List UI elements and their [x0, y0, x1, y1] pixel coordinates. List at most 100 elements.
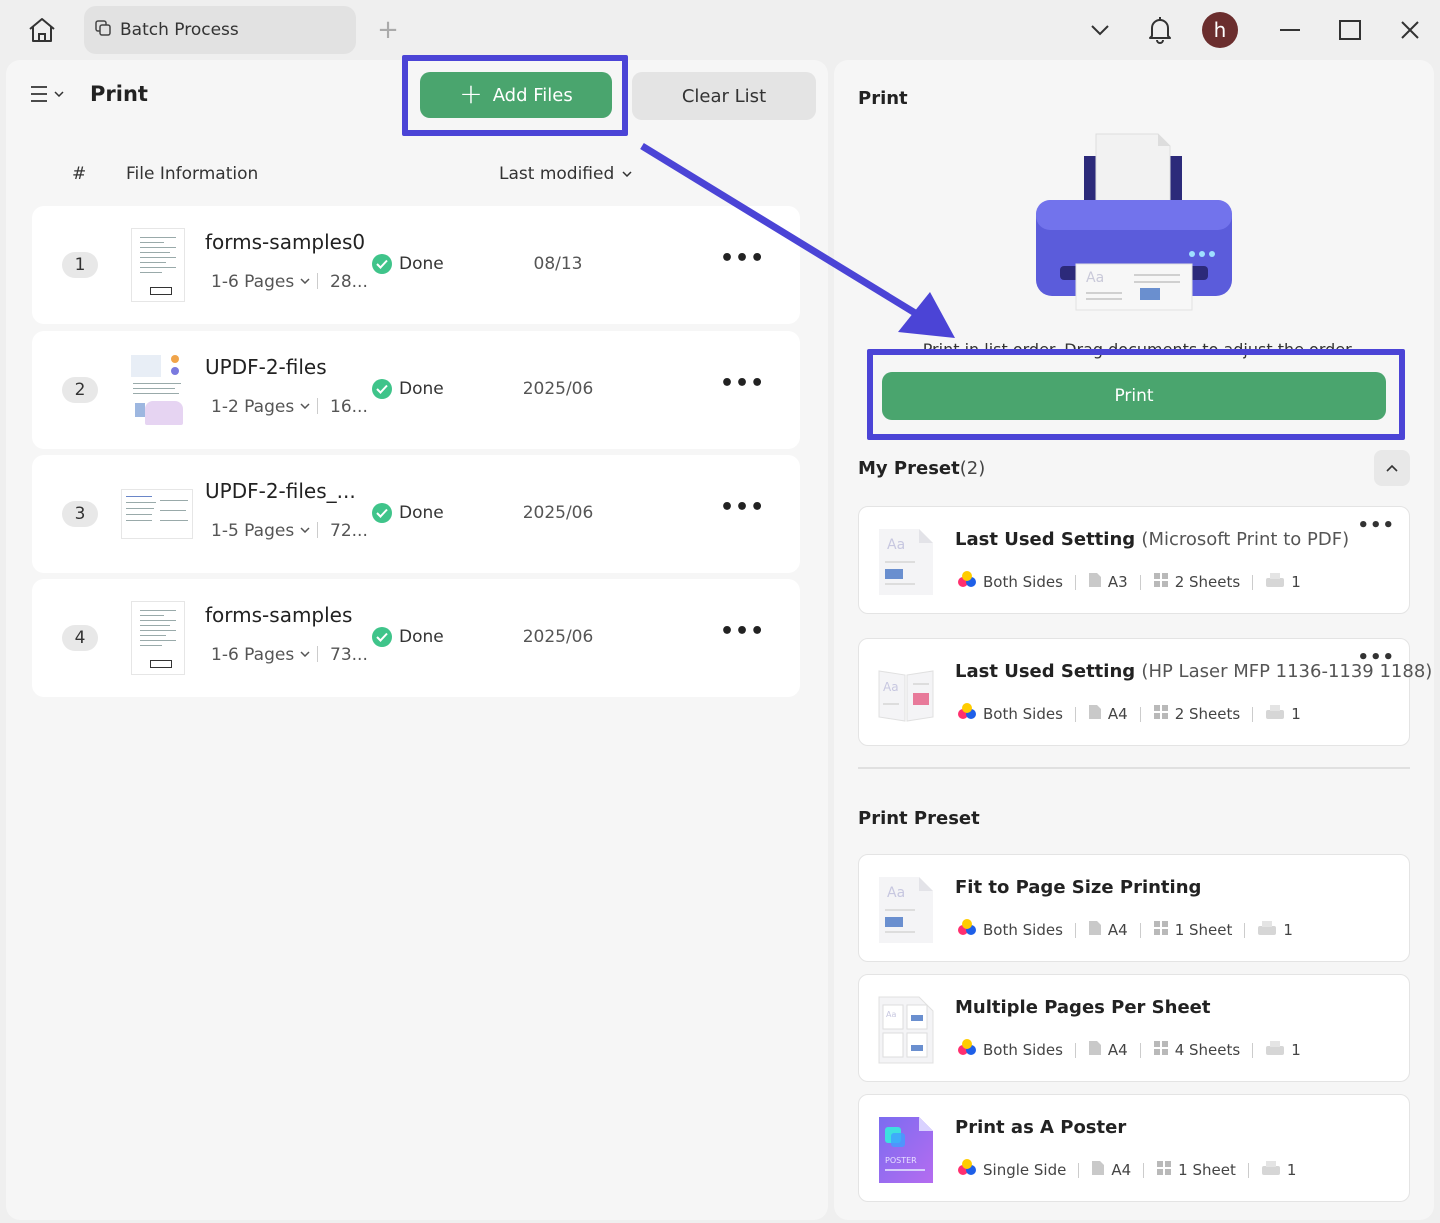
preset-sheets: 2 Sheets	[1174, 573, 1241, 591]
preset-meta: Both Sides A4 4 Sheets 1	[957, 1039, 1301, 1061]
chevron-down-icon	[300, 527, 310, 534]
add-files-button[interactable]: + Add Files	[420, 72, 612, 118]
avatar[interactable]: h	[1200, 10, 1240, 50]
preset-card[interactable]: Aa Multiple Pages Per Sheet Both Sides A…	[858, 974, 1410, 1082]
more-options-icon[interactable]: •••	[720, 371, 765, 396]
color-dots-icon	[957, 1159, 977, 1181]
sort-last-modified[interactable]: Last modified	[499, 164, 632, 184]
column-num: #	[72, 164, 87, 184]
my-preset-label: My Preset	[858, 458, 960, 479]
preset-paper: A4	[1107, 705, 1128, 723]
file-list-panel: Print + Add Files Clear List # File Info…	[6, 60, 828, 1220]
more-options-icon[interactable]: •••	[720, 246, 765, 271]
preset-copies: 1	[1283, 921, 1293, 939]
more-options-icon[interactable]: •••	[720, 619, 765, 644]
file-row[interactable]: 4 forms-samples 1-6 Pages 73... Done 202…	[32, 579, 800, 697]
row-number: 2	[62, 377, 98, 403]
file-thumbnail	[131, 228, 185, 302]
svg-text:Aa: Aa	[886, 1010, 896, 1019]
row-number: 1	[62, 252, 98, 278]
preset-name: Fit to Page Size Printing	[955, 877, 1202, 898]
preset-name: Last Used Setting (Microsoft Print to PD…	[955, 529, 1349, 550]
preset-copies: 1	[1291, 573, 1301, 591]
file-date: 2025/06	[522, 379, 594, 399]
tab-label: Batch Process	[120, 20, 239, 40]
preset-book-icon: Aa	[877, 659, 935, 729]
clear-list-button[interactable]: Clear List	[632, 72, 816, 120]
tab-batch-process[interactable]: Batch Process	[84, 6, 356, 54]
sheets-grid-icon	[1153, 704, 1169, 724]
avatar-letter: h	[1202, 12, 1238, 48]
preset-paper: A4	[1111, 1161, 1132, 1179]
file-date: 2025/06	[522, 503, 594, 523]
minimize-icon[interactable]	[1272, 10, 1308, 50]
file-thumbnail	[121, 489, 193, 539]
file-size: 28...	[317, 272, 368, 292]
sheets-grid-icon	[1153, 572, 1169, 592]
new-tab-icon[interactable]: +	[374, 16, 402, 44]
preset-document-icon: Aa	[877, 527, 935, 597]
print-button[interactable]: Print	[882, 372, 1386, 420]
preset-copies: 1	[1291, 705, 1301, 723]
file-row[interactable]: 2 UPDF-2-files 1-2 Pages 16... Done 2025…	[32, 331, 800, 449]
preset-meta: Both Sides A3 2 Sheets 1	[957, 571, 1301, 593]
preset-copies: 1	[1291, 1041, 1301, 1059]
more-options-icon[interactable]: •••	[720, 495, 765, 520]
row-number: 4	[62, 625, 98, 651]
collapse-button[interactable]	[1374, 450, 1410, 486]
svg-text:Aa: Aa	[887, 537, 905, 553]
preset-card[interactable]: Aa Last Used Setting (HP Laser MFP 1136-…	[858, 638, 1432, 746]
svg-text:POSTER: POSTER	[885, 1156, 917, 1165]
print-order-hint: Print in list order. Drag documents to a…	[922, 340, 1356, 359]
my-preset-count: (2)	[959, 458, 986, 479]
page-range-select[interactable]: 1-5 Pages	[211, 521, 310, 541]
preset-meta: Both Sides A4 1 Sheet 1	[957, 919, 1293, 941]
preset-sides: Both Sides	[983, 705, 1063, 723]
page-range-select[interactable]: 1-6 Pages	[211, 272, 310, 292]
status-text: Done	[399, 627, 444, 647]
maximize-icon[interactable]	[1332, 10, 1368, 50]
panel-title: Print	[858, 88, 908, 109]
status-text: Done	[399, 254, 444, 274]
check-circle-icon	[372, 379, 392, 399]
preset-paper: A4	[1107, 921, 1128, 939]
home-icon[interactable]	[24, 14, 60, 46]
preset-paper: A4	[1107, 1041, 1128, 1059]
page-range-select[interactable]: 1-6 Pages	[211, 645, 310, 665]
copies-icon	[1257, 920, 1277, 940]
check-circle-icon	[372, 503, 392, 523]
chevron-down-icon	[300, 651, 310, 658]
chevron-down-icon[interactable]	[1082, 10, 1118, 50]
copies-icon	[1261, 1160, 1281, 1180]
print-preset-title: Print Preset	[858, 808, 980, 829]
status-badge: Done	[372, 379, 444, 399]
preset-name-text: Last Used Setting	[955, 529, 1136, 550]
file-row[interactable]: 1 forms-samples0 1-6 Pages 28... Done 08…	[32, 206, 800, 324]
page-range: 1-6 Pages	[211, 272, 295, 292]
printer-illustration: Aa	[1030, 130, 1240, 320]
chevron-down-icon	[300, 403, 310, 410]
file-name: forms-samples0	[205, 230, 366, 254]
paper-icon	[1091, 1160, 1105, 1180]
preset-card[interactable]: Aa Fit to Page Size Printing Both Sides …	[858, 854, 1410, 962]
svg-text:Aa: Aa	[1086, 270, 1104, 286]
preset-meta: Both Sides A4 2 Sheets 1	[957, 703, 1301, 725]
print-settings-panel: Print Aa Print in list order. Drag docum…	[834, 60, 1434, 1220]
status-text: Done	[399, 503, 444, 523]
bell-icon[interactable]	[1142, 10, 1178, 50]
file-row[interactable]: 3 UPDF-2-files_... 1-5 Pages 72... Done …	[32, 455, 800, 573]
more-options-icon[interactable]: •••	[1357, 647, 1395, 668]
row-number: 3	[62, 501, 98, 527]
title-bar: Batch Process + h	[0, 0, 1440, 60]
more-options-icon[interactable]: •••	[1357, 515, 1395, 536]
menu-button[interactable]	[30, 84, 64, 104]
preset-card[interactable]: POSTER Print as A Poster Single Side A4 …	[858, 1094, 1410, 1202]
close-icon[interactable]	[1392, 10, 1428, 50]
sheets-grid-icon	[1156, 1160, 1172, 1180]
my-preset-title: My Preset(2)	[858, 458, 985, 479]
page-range-select[interactable]: 1-2 Pages	[211, 397, 310, 417]
status-text: Done	[399, 379, 444, 399]
divider	[858, 767, 1410, 769]
preset-card[interactable]: Aa Last Used Setting (Microsoft Print to…	[858, 506, 1410, 614]
color-dots-icon	[957, 1039, 977, 1061]
